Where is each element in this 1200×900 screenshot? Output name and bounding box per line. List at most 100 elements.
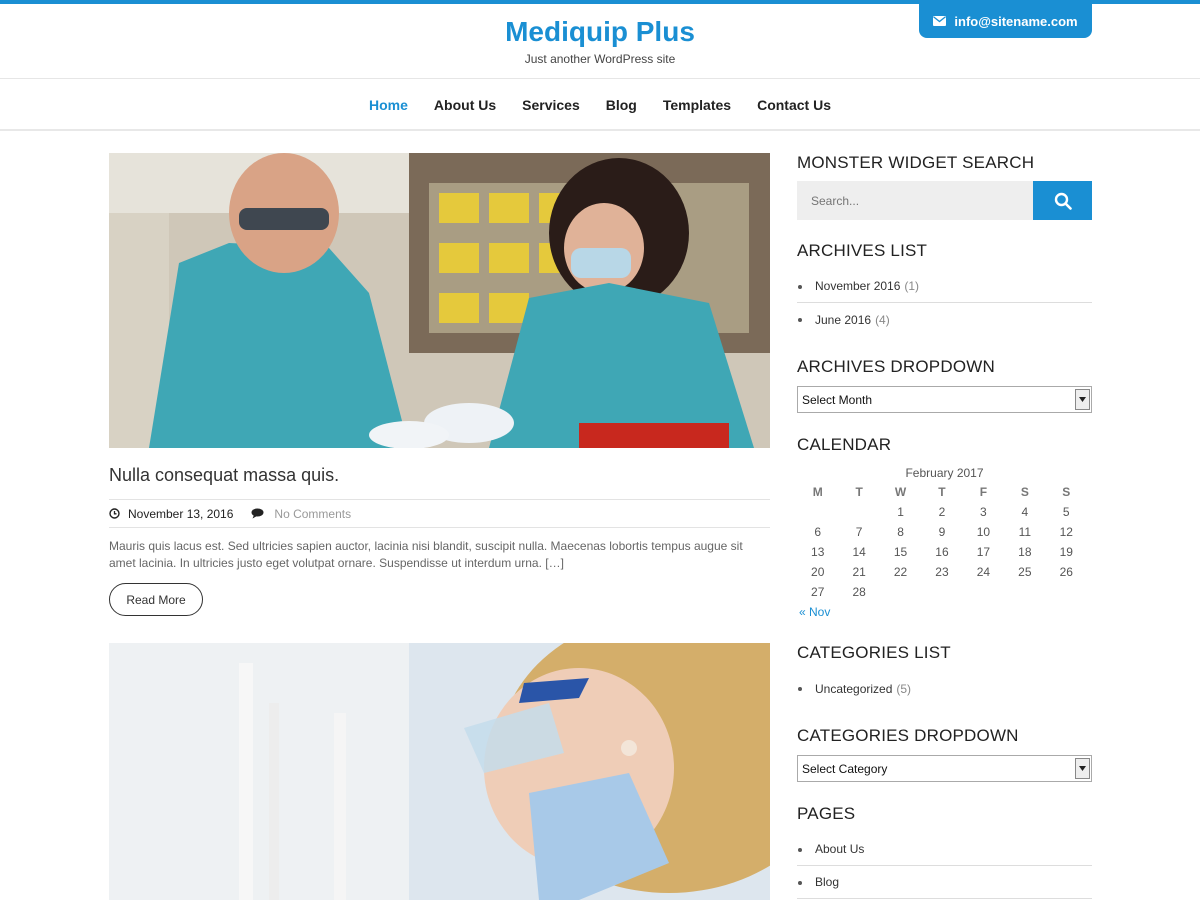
calendar-week-row: 13 14 15 16 17 18 19 <box>797 542 1087 562</box>
post-excerpt: Mauris quis lacus est. Sed ultricies sap… <box>109 539 743 570</box>
calendar-day: 6 <box>814 525 822 539</box>
post-featured-image-2[interactable] <box>109 643 770 900</box>
post-featured-image[interactable] <box>109 153 770 448</box>
post-meta: November 13, 2016 No Comments <box>109 499 770 528</box>
categories-list: Uncategorized (5) <box>797 672 1092 705</box>
calendar-day: 4 <box>1021 505 1029 519</box>
search-button[interactable] <box>1033 181 1092 220</box>
list-item[interactable]: Blog <box>797 866 1092 899</box>
calendar-day: 7 <box>855 525 863 539</box>
list-item[interactable]: About Us <box>797 833 1092 866</box>
envelope-icon <box>933 16 947 26</box>
nav-item-about-us[interactable]: About Us <box>421 97 509 113</box>
widget-title-categories-list: CATEGORIES LIST <box>797 643 951 662</box>
calendar-day <box>1004 582 1045 602</box>
calendar-day: 19 <box>1059 545 1073 559</box>
calendar-day <box>921 582 962 602</box>
nav-item-templates[interactable]: Templates <box>650 97 744 113</box>
calendar-day: 15 <box>893 545 908 559</box>
calendar-day: 26 <box>1059 565 1073 579</box>
list-item[interactable]: November 2016 (1) <box>797 270 1092 303</box>
calendar-caption: February 2017 <box>905 466 984 480</box>
search-icon <box>1054 192 1072 210</box>
calendar-day: 13 <box>811 545 825 559</box>
chevron-down-icon <box>1075 389 1090 410</box>
calendar-day: 18 <box>1018 545 1032 559</box>
archive-count: (1) <box>904 279 920 293</box>
page-link[interactable]: About Us <box>815 842 864 856</box>
archives-select[interactable]: Select Month <box>797 386 1092 413</box>
calendar-day: 2 <box>938 505 946 519</box>
calendar-day: 23 <box>935 565 949 579</box>
archive-link[interactable]: November 2016 <box>815 279 900 293</box>
calendar-day <box>838 502 879 522</box>
search-form <box>797 181 1092 220</box>
calendar-day: 28 <box>852 585 866 599</box>
widget-title-archives-list: ARCHIVES LIST <box>797 241 928 260</box>
calendar-widget: February 2017 M T W T F S S 1 2 3 4 5 6 … <box>797 465 1092 622</box>
pages-list: About Us Blog <box>797 833 1092 899</box>
calendar-day <box>797 502 838 522</box>
calendar-day: 3 <box>980 505 987 519</box>
calendar-day: 14 <box>852 545 866 559</box>
weekday-label: F <box>979 485 988 499</box>
calendar-day: 24 <box>976 565 991 579</box>
post-title[interactable]: Nulla consequat massa quis. <box>109 465 339 486</box>
post-comments[interactable]: No Comments <box>251 507 351 521</box>
calendar-day: 10 <box>976 525 991 539</box>
archive-link[interactable]: June 2016 <box>815 313 871 327</box>
widget-title-pages: PAGES <box>797 804 856 823</box>
nav-item-contact-us[interactable]: Contact Us <box>744 97 844 113</box>
widget-title-categories-dropdown: CATEGORIES DROPDOWN <box>797 726 1019 745</box>
weekday-label: S <box>1020 485 1029 499</box>
calendar-day: 1 <box>897 505 904 519</box>
calendar-week-row: 20 21 22 23 24 25 26 <box>797 562 1087 582</box>
post-date[interactable]: November 13, 2016 <box>109 507 233 521</box>
post-comments-label: No Comments <box>274 506 352 521</box>
category-link[interactable]: Uncategorized <box>815 682 892 696</box>
calendar-day: 9 <box>938 525 946 539</box>
calendar-day: 11 <box>1018 525 1032 539</box>
page-link[interactable]: Blog <box>815 875 839 889</box>
category-count: (5) <box>896 681 912 696</box>
categories-select[interactable]: Select Category <box>797 755 1092 782</box>
calendar-day: 8 <box>897 525 904 539</box>
weekday-label: M <box>812 485 823 499</box>
calendar-prev-link[interactable]: « Nov <box>797 602 1092 622</box>
email-label: info@sitename.com <box>954 13 1078 29</box>
clock-icon <box>109 508 120 519</box>
email-button[interactable]: info@sitename.com <box>919 4 1092 38</box>
calendar-day: 12 <box>1059 525 1073 539</box>
calendar-day <box>963 582 1004 602</box>
widget-title-archives-dropdown: ARCHIVES DROPDOWN <box>797 357 995 376</box>
read-more-button[interactable]: Read More <box>109 583 203 616</box>
calendar-table: M T W T F S S 1 2 3 4 5 6 7 8 9 10 11 12… <box>797 482 1087 602</box>
calendar-day: 22 <box>893 565 908 579</box>
calendar-day: 27 <box>811 585 825 599</box>
calendar-day: 16 <box>935 545 949 559</box>
chevron-down-icon <box>1075 758 1090 779</box>
list-item[interactable]: Uncategorized (5) <box>797 672 1092 705</box>
calendar-day: 20 <box>811 565 825 579</box>
weekday-label: S <box>1062 485 1071 499</box>
calendar-day <box>880 582 921 602</box>
nav-item-home[interactable]: Home <box>356 97 421 113</box>
calendar-day: 17 <box>976 545 991 559</box>
calendar-weekday-row: M T W T F S S <box>797 482 1087 502</box>
search-input[interactable] <box>797 181 1033 220</box>
weekday-label: T <box>855 485 863 499</box>
comment-icon <box>251 508 264 519</box>
calendar-day: 21 <box>852 565 866 579</box>
calendar-week-row: 6 7 8 9 10 11 12 <box>797 522 1087 542</box>
main-nav: Home About Us Services Blog Templates Co… <box>0 80 1200 131</box>
nav-item-services[interactable]: Services <box>509 97 593 113</box>
calendar-week-row: 1 2 3 4 5 <box>797 502 1087 522</box>
list-item[interactable]: June 2016 (4) <box>797 303 1092 336</box>
calendar-week-row: 27 28 <box>797 582 1087 602</box>
calendar-day: 25 <box>1018 565 1032 579</box>
widget-title-calendar: CALENDAR <box>797 435 892 454</box>
categories-select-value: Select Category <box>802 761 888 776</box>
weekday-label: T <box>938 485 946 499</box>
archives-list: November 2016 (1) June 2016 (4) <box>797 270 1092 336</box>
nav-item-blog[interactable]: Blog <box>593 97 650 113</box>
